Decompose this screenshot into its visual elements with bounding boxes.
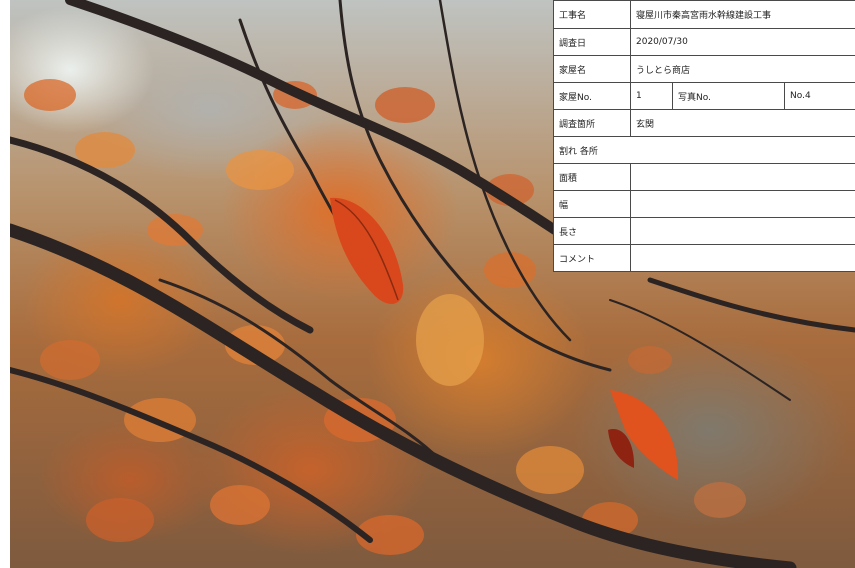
row-wareme: 割れ 各所 xyxy=(552,136,855,164)
value-nagasa[interactable] xyxy=(629,217,855,245)
label-comment: コメント xyxy=(553,244,631,272)
label-kaoku-mei: 家屋名 xyxy=(553,55,631,83)
value-kaoku-mei[interactable]: うしとら商店 xyxy=(629,55,855,83)
label-photo-no: 写真No. xyxy=(672,82,785,110)
row-kaoku-no: 家屋No. 1 写真No. No.4 xyxy=(553,82,855,110)
value-chosa-kasho[interactable]: 玄関 xyxy=(629,109,855,137)
row-nagasa: 長さ xyxy=(553,217,855,245)
value-photo-no[interactable]: No.4 xyxy=(783,82,855,110)
label-haba: 幅 xyxy=(553,190,631,218)
value-comment[interactable] xyxy=(629,244,855,272)
value-haba[interactable] xyxy=(629,190,855,218)
row-chosa-bi: 調査日 2020/07/30 xyxy=(553,28,855,56)
value-menseki[interactable] xyxy=(629,163,855,191)
value-kaoku-no[interactable]: 1 xyxy=(630,82,673,110)
value-chosa-bi[interactable]: 2020/07/30 xyxy=(629,28,855,56)
label-chosa-bi: 調査日 xyxy=(553,28,631,56)
row-kaoku-mei: 家屋名 うしとら商店 xyxy=(553,55,855,83)
label-menseki: 面積 xyxy=(553,163,631,191)
label-kaoku-no: 家屋No. xyxy=(553,82,631,110)
row-comment: コメント xyxy=(553,244,855,272)
row-chosa-kasho: 調査箇所 玄関 xyxy=(553,109,855,137)
value-koji-mei[interactable]: 寝屋川市秦高宮雨水幹線建設工事 xyxy=(629,0,855,29)
value-wareme[interactable]: 割れ 各所 xyxy=(552,136,855,164)
label-koji-mei: 工事名 xyxy=(553,0,631,29)
row-koji-mei: 工事名 寝屋川市秦高宮雨水幹線建設工事 xyxy=(553,0,855,29)
survey-info-table: 工事名 寝屋川市秦高宮雨水幹線建設工事 調査日 2020/07/30 家屋名 う… xyxy=(552,0,855,272)
row-menseki: 面積 xyxy=(553,163,855,191)
row-haba: 幅 xyxy=(553,190,855,218)
label-nagasa: 長さ xyxy=(553,217,631,245)
label-chosa-kasho: 調査箇所 xyxy=(553,109,631,137)
